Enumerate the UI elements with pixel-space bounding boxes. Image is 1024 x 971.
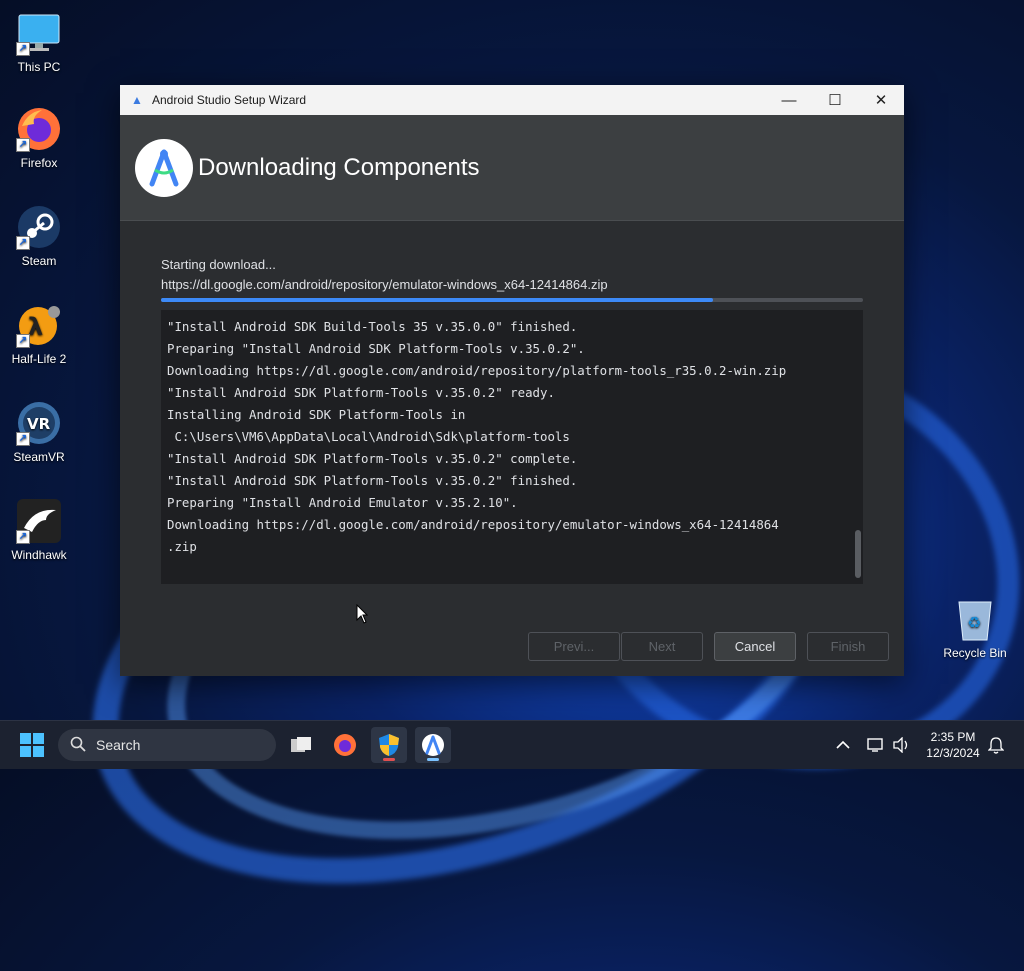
log-line: Preparing "Install Android Emulator v.35…	[167, 495, 518, 510]
desktop-icon-steam[interactable]: ↗ Steam	[1, 204, 77, 268]
monitor-icon: ↗	[16, 10, 62, 56]
download-url-text: https://dl.google.com/android/repository…	[161, 277, 608, 292]
previous-button[interactable]: Previ...	[528, 632, 620, 661]
desktop-icon-half-life-2[interactable]: λ ↗ Half-Life 2	[1, 302, 77, 366]
mouse-pointer-icon	[356, 604, 368, 624]
task-view-icon[interactable]	[283, 727, 319, 763]
log-line: "Install Android SDK Build-Tools 35 v.35…	[167, 319, 578, 334]
log-line: C:\Users\VM6\AppData\Local\Android\Sdk\p…	[167, 429, 570, 444]
setup-wizard-window: ▲ Android Studio Setup Wizard — ☐ ✕ Down…	[120, 85, 904, 676]
desktop-icon-windhawk[interactable]: ↗ Windhawk	[1, 498, 77, 562]
minimize-button[interactable]: —	[766, 85, 812, 115]
taskbar-running-indicator	[427, 758, 439, 761]
log-line: "Install Android SDK Platform-Tools v.35…	[167, 473, 578, 488]
desktop-icon-label: Half-Life 2	[11, 352, 67, 366]
log-scrollbar[interactable]	[855, 530, 861, 578]
volume-icon[interactable]	[892, 721, 910, 769]
half-life-icon: λ ↗	[16, 302, 62, 348]
desktop-icon-label: Recycle Bin	[943, 646, 1007, 660]
desktop-icon-label: Steam	[21, 254, 57, 268]
next-button[interactable]: Next	[621, 632, 703, 661]
window-title: Android Studio Setup Wizard	[152, 93, 307, 107]
wizard-header: Downloading Components	[120, 115, 904, 221]
log-line: Downloading https://dl.google.com/androi…	[167, 517, 779, 532]
log-line: Preparing "Install Android SDK Platform-…	[167, 341, 585, 356]
taskbar-clock[interactable]: 2:35 PM 12/3/2024	[918, 729, 988, 761]
download-progress-fill	[161, 298, 713, 302]
search-label: Search	[96, 737, 141, 753]
desktop-icon-recycle-bin[interactable]: ♻ Recycle Bin	[937, 596, 1013, 660]
chevron-up-icon	[836, 740, 850, 749]
log-line: Installing Android SDK Platform-Tools in	[167, 407, 466, 422]
log-line: Downloading https://dl.google.com/androi…	[167, 363, 787, 378]
start-button[interactable]	[20, 733, 44, 757]
log-output-panel[interactable]: "Install Android SDK Build-Tools 35 v.35…	[161, 310, 863, 584]
search-icon	[70, 736, 86, 755]
maximize-button[interactable]: ☐	[812, 85, 858, 115]
window-titlebar[interactable]: ▲ Android Studio Setup Wizard — ☐ ✕	[120, 85, 904, 115]
steam-icon: ↗	[16, 204, 62, 250]
download-status-area: Starting download... https://dl.google.c…	[161, 257, 863, 302]
download-status-text: Starting download...	[161, 257, 276, 272]
cancel-button[interactable]: Cancel	[714, 632, 796, 661]
download-progress-bar	[161, 298, 863, 302]
log-line: "Install Android SDK Platform-Tools v.35…	[167, 451, 578, 466]
clock-time: 2:35 PM	[930, 730, 976, 744]
taskbar-search-box[interactable]: Search	[58, 729, 276, 761]
desktop-icon-label: SteamVR	[13, 450, 65, 464]
show-hidden-icons-button[interactable]	[836, 721, 850, 769]
close-button[interactable]: ✕	[858, 85, 904, 115]
page-title: Downloading Components	[198, 153, 480, 181]
recycle-bin-icon: ♻	[952, 596, 998, 642]
taskbar-firefox-icon[interactable]	[327, 727, 363, 763]
svg-text:VR: VR	[27, 415, 51, 433]
windhawk-icon: ↗	[16, 498, 62, 544]
taskbar-security-shield-icon[interactable]	[371, 727, 407, 763]
desktop-icon-steamvr[interactable]: VR ↗ SteamVR	[1, 400, 77, 464]
svg-text:λ: λ	[28, 313, 43, 341]
desktop-icon-firefox[interactable]: ↗ Firefox	[1, 106, 77, 170]
notification-bell-icon[interactable]	[988, 721, 1004, 769]
desktop-icon-label: Firefox	[20, 156, 58, 170]
svg-text:♻: ♻	[967, 613, 981, 632]
log-line: .zip	[167, 539, 197, 554]
desktop-icon-this-pc[interactable]: ↗ This PC	[1, 10, 77, 74]
taskbar: Search 2:35 PM 12/3/2024	[0, 720, 1024, 769]
taskbar-android-studio-icon[interactable]	[415, 727, 451, 763]
desktop-icon-label: Windhawk	[11, 548, 67, 562]
log-line: "Install Android SDK Platform-Tools v.35…	[167, 385, 555, 400]
desktop-icon-label: This PC	[17, 60, 61, 74]
firefox-icon: ↗	[16, 106, 62, 152]
log-lines: "Install Android SDK Build-Tools 35 v.35…	[161, 310, 863, 558]
android-studio-icon: ▲	[131, 93, 143, 107]
network-icon[interactable]	[866, 721, 886, 769]
steamvr-icon: VR ↗	[16, 400, 62, 446]
clock-date: 12/3/2024	[926, 746, 980, 760]
wizard-button-bar: Previ... Next Cancel Finish	[120, 632, 904, 662]
android-studio-logo-icon	[135, 138, 193, 197]
taskbar-running-indicator	[383, 758, 395, 761]
finish-button[interactable]: Finish	[807, 632, 889, 661]
